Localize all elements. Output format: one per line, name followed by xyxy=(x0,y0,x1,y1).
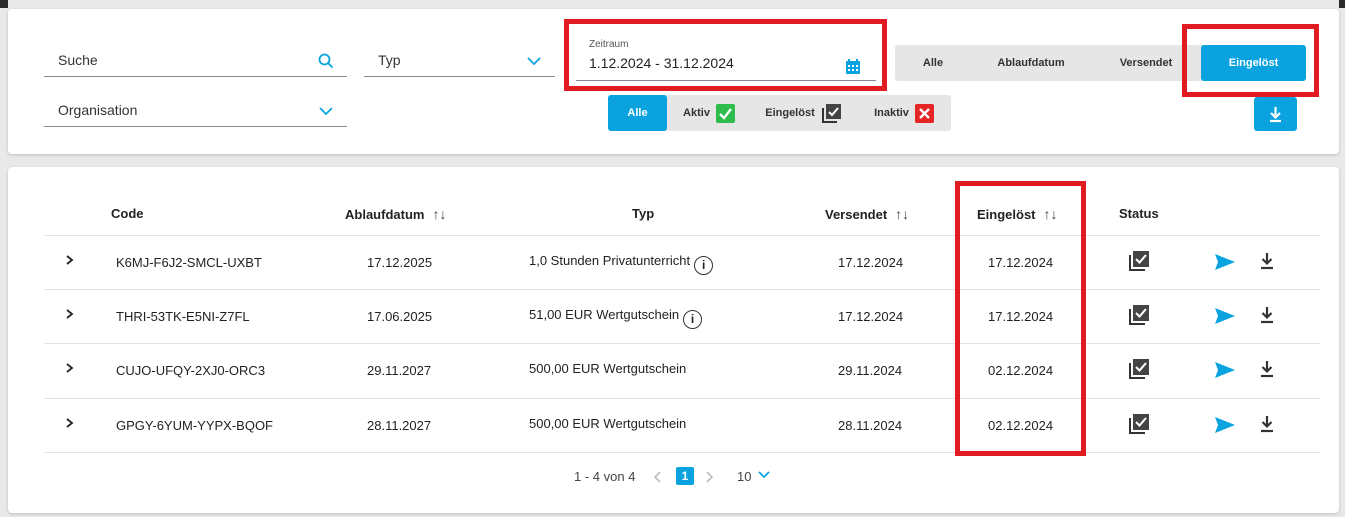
status-filter-aktiv[interactable]: Aktiv xyxy=(670,95,748,131)
calendar-icon[interactable] xyxy=(844,58,862,76)
download-icon[interactable] xyxy=(1259,251,1275,271)
date-filter-toggle: Alle Ablaufdatum Versendet Eingelöst xyxy=(895,45,1306,81)
table-row[interactable]: GPGY-6YUM-YYPX-BQOF 28.11.2027 500,00 EUR … xyxy=(44,398,1320,452)
chevron-right-icon[interactable] xyxy=(704,471,714,483)
expand-row-icon[interactable] xyxy=(64,361,76,375)
chevron-left-icon[interactable] xyxy=(653,471,663,483)
send-icon[interactable] xyxy=(1214,307,1236,325)
table-bottom-line xyxy=(44,452,1320,453)
download-icon[interactable] xyxy=(1259,414,1275,434)
download-icon xyxy=(1270,107,1281,123)
cell-code: K6MJ-F6J2-SMCL-UXBT xyxy=(116,255,262,270)
cell-versendet: 17.12.2024 xyxy=(838,255,904,270)
date-filter-eingeloest[interactable]: Eingelöst xyxy=(1201,45,1306,81)
pagination-range: 1 - 4 von 4 xyxy=(574,469,636,484)
typ-placeholder: Typ xyxy=(378,52,401,68)
cell-code: GPGY-6YUM-YYPX-BQOF xyxy=(116,418,273,433)
table-row[interactable]: CUJO-UFQY-2XJ0-ORC3 29.11.2027 500,00 EUR … xyxy=(44,343,1320,397)
cell-eingeloest: 17.12.2024 xyxy=(988,255,1054,270)
chevron-down-icon xyxy=(527,57,541,66)
header-versendet[interactable]: Versendet ↑↓ xyxy=(825,206,909,222)
zeitraum-label: Zeitraum xyxy=(589,39,629,50)
zeitraum-value: 1.12.2024 - 31.12.2024 xyxy=(589,55,734,71)
cell-ablaufdatum: 28.11.2027 xyxy=(367,418,432,433)
cell-typ: 1,0 Stunden Privatunterricht i xyxy=(529,253,714,275)
status-redeemed-icon xyxy=(1129,305,1149,325)
cell-versendet: 29.11.2024 xyxy=(838,363,903,378)
info-icon[interactable]: i xyxy=(694,256,714,275)
page-number-current[interactable]: 1 xyxy=(676,467,694,485)
expand-row-icon[interactable] xyxy=(64,307,76,321)
download-icon[interactable] xyxy=(1259,359,1275,379)
typ-select[interactable]: Typ xyxy=(364,49,555,77)
header-ablaufdatum[interactable]: Ablaufdatum ↑↓ xyxy=(345,206,446,222)
header-typ: Typ xyxy=(632,206,655,221)
chevron-down-icon xyxy=(758,471,770,479)
cell-versendet: 28.11.2024 xyxy=(838,418,903,433)
cell-versendet: 17.12.2024 xyxy=(838,309,904,324)
organisation-placeholder: Organisation xyxy=(58,102,138,118)
date-filter-ablaufdatum[interactable]: Ablaufdatum xyxy=(971,45,1091,81)
send-icon[interactable] xyxy=(1214,416,1236,434)
expand-row-icon[interactable] xyxy=(64,253,76,267)
status-filter-inaktiv[interactable]: Inaktiv xyxy=(860,95,948,131)
download-icon[interactable] xyxy=(1259,305,1275,325)
header-status: Status xyxy=(1119,206,1159,221)
cell-code: THRI-53TK-E5NI-Z7FL xyxy=(116,309,250,324)
cell-eingeloest: 17.12.2024 xyxy=(988,309,1054,324)
search-placeholder: Suche xyxy=(58,52,98,68)
window-top-strip xyxy=(0,0,1345,8)
table-row[interactable]: THRI-53TK-E5NI-Z7FL 17.06.2025 51,00 EUR W… xyxy=(44,289,1320,343)
page-size-value: 10 xyxy=(737,469,752,484)
status-filter-eingeloest[interactable]: Eingelöst xyxy=(751,95,857,131)
sort-icon[interactable]: ↑↓ xyxy=(432,206,446,222)
date-filter-alle[interactable]: Alle xyxy=(895,45,971,81)
expand-row-icon[interactable] xyxy=(64,416,76,430)
sort-icon[interactable]: ↑↓ xyxy=(895,206,909,222)
redeemed-stack-icon xyxy=(821,104,841,123)
cell-eingeloest: 02.12.2024 xyxy=(988,418,1054,433)
sort-icon[interactable]: ↑↓ xyxy=(1044,206,1058,222)
cell-typ: 500,00 EUR Wertgutschein xyxy=(529,361,687,376)
export-download-button[interactable] xyxy=(1254,97,1297,131)
status-filter-toggle: Alle Aktiv Eingelöst Inaktiv xyxy=(608,95,951,131)
voucher-table: Code Ablaufdatum ↑↓ Typ Versendet ↑↓ Einge… xyxy=(8,167,1339,513)
cell-ablaufdatum: 17.06.2025 xyxy=(367,309,433,324)
header-code: Code xyxy=(111,206,144,221)
send-icon[interactable] xyxy=(1214,253,1236,271)
cell-ablaufdatum: 29.11.2027 xyxy=(367,363,432,378)
status-redeemed-icon xyxy=(1129,414,1149,434)
close-red-icon xyxy=(914,103,934,123)
table-row[interactable]: K6MJ-F6J2-SMCL-UXBT 17.12.2025 1,0 Stunden… xyxy=(44,235,1320,289)
header-eingeloest[interactable]: Eingelöst ↑↓ xyxy=(977,206,1058,222)
date-filter-versendet[interactable]: Versendet xyxy=(1091,45,1201,81)
status-redeemed-icon xyxy=(1129,251,1149,271)
status-redeemed-icon xyxy=(1129,359,1149,379)
check-green-icon xyxy=(715,103,735,123)
filter-panel: Suche Typ Organisation Zeitraum 1.12.202… xyxy=(8,9,1339,154)
cell-ablaufdatum: 17.12.2025 xyxy=(367,255,433,270)
chevron-down-icon xyxy=(319,107,333,116)
cell-eingeloest: 02.12.2024 xyxy=(988,363,1054,378)
info-icon[interactable]: i xyxy=(683,310,703,329)
organisation-select[interactable]: Organisation xyxy=(44,99,347,127)
search-input[interactable]: Suche xyxy=(44,49,347,77)
status-filter-alle[interactable]: Alle xyxy=(608,95,667,131)
send-icon[interactable] xyxy=(1214,361,1236,379)
page-size-select[interactable]: 10 xyxy=(737,469,771,484)
cell-code: CUJO-UFQY-2XJ0-ORC3 xyxy=(116,363,266,378)
cell-typ: 500,00 EUR Wertgutschein xyxy=(529,416,687,431)
cell-typ: 51,00 EUR Wertgutschein i xyxy=(529,307,703,329)
search-icon[interactable] xyxy=(317,52,335,70)
